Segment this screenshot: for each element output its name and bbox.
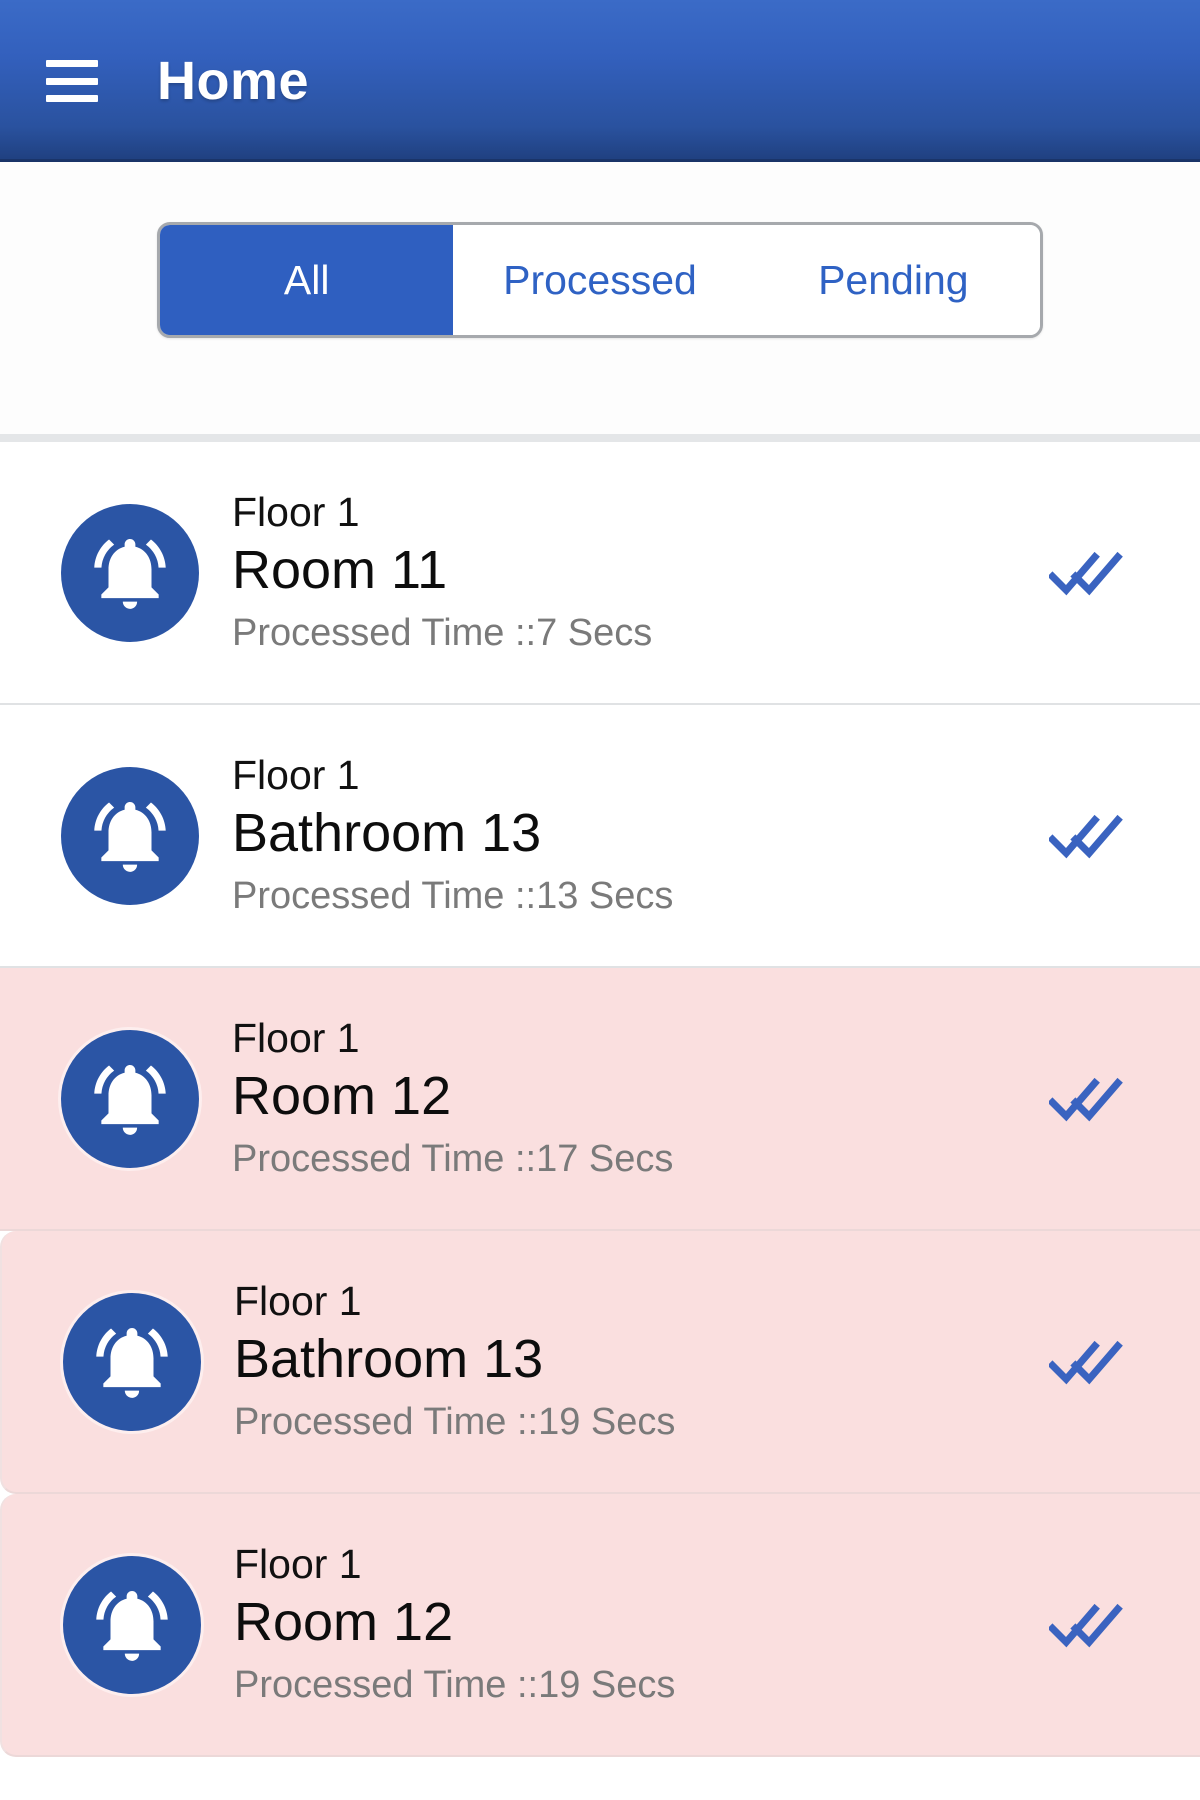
double-check-icon — [1028, 545, 1148, 601]
list-item[interactable]: Floor 1 Bathroom 13 Processed Time ::13 … — [0, 705, 1200, 968]
double-check-icon — [1028, 1597, 1148, 1653]
alarm-bell-icon — [62, 1555, 202, 1695]
alarm-bell-icon — [60, 766, 200, 906]
filter-segmented-control[interactable]: All Processed Pending — [157, 222, 1043, 338]
icon-badge — [61, 503, 199, 642]
list-item-room: Bathroom 13 — [232, 803, 542, 864]
list-item-floor: Floor 1 — [232, 752, 360, 799]
list-item-texts: Floor 1 Bathroom 13 Processed Time ::13 … — [232, 751, 1028, 920]
list-item-time: Processed Time ::17 Secs — [232, 1138, 674, 1181]
notification-list[interactable]: Floor 1 Room 11 Processed Time ::7 Secs — [0, 442, 1200, 1800]
alarm-bell-icon — [60, 1029, 200, 1169]
list-item-texts: Floor 1 Bathroom 13 Processed Time ::19 … — [234, 1277, 1028, 1446]
app-root: Home All Processed Pending Floor 1 Room … — [0, 0, 1200, 1800]
list-item-time: Processed Time ::7 Secs — [232, 612, 653, 655]
list-item-floor: Floor 1 — [232, 489, 360, 536]
app-bar: Home — [0, 0, 1200, 162]
list-item-texts: Floor 1 Room 12 Processed Time ::19 Secs — [234, 1540, 1028, 1709]
icon-badge — [61, 766, 199, 905]
alarm-bell-icon — [62, 1292, 202, 1432]
list-item[interactable]: Floor 1 Room 12 Processed Time ::19 Secs — [0, 1494, 1200, 1757]
list-item-room: Room 12 — [234, 1592, 454, 1653]
filter-area: All Processed Pending — [0, 162, 1200, 442]
list-item-time: Processed Time ::13 Secs — [232, 875, 674, 918]
double-check-icon — [1028, 808, 1148, 864]
tab-processed[interactable]: Processed — [453, 225, 747, 335]
list-item-texts: Floor 1 Room 11 Processed Time ::7 Secs — [232, 488, 1028, 657]
page-title: Home — [157, 51, 310, 111]
tab-all[interactable]: All — [160, 225, 454, 335]
list-item-floor: Floor 1 — [234, 1541, 362, 1588]
hamburger-line — [46, 60, 98, 67]
list-item-room: Room 12 — [232, 1066, 452, 1127]
list-item-room: Bathroom 13 — [234, 1329, 544, 1390]
list-item-texts: Floor 1 Room 12 Processed Time ::17 Secs — [232, 1014, 1028, 1183]
list-item-floor: Floor 1 — [232, 1015, 360, 1062]
hamburger-line — [46, 77, 98, 85]
list-item-floor: Floor 1 — [234, 1278, 362, 1325]
list-item-time: Processed Time ::19 Secs — [234, 1664, 676, 1707]
list-item[interactable]: Floor 1 Room 12 Processed Time ::17 Secs — [0, 968, 1200, 1231]
list-item[interactable]: Floor 1 Room 11 Processed Time ::7 Secs — [0, 442, 1200, 705]
hamburger-line — [46, 95, 98, 102]
icon-badge — [61, 1029, 199, 1168]
tab-pending[interactable]: Pending — [746, 225, 1040, 335]
list-item-time: Processed Time ::19 Secs — [234, 1401, 676, 1444]
hamburger-menu-icon[interactable] — [46, 60, 98, 102]
double-check-icon — [1028, 1334, 1148, 1390]
icon-badge — [63, 1292, 201, 1431]
alarm-bell-icon — [60, 503, 200, 643]
list-item-room: Room 11 — [232, 540, 448, 601]
double-check-icon — [1028, 1071, 1148, 1127]
icon-badge — [63, 1555, 201, 1694]
list-item[interactable]: Floor 1 Bathroom 13 Processed Time ::19 … — [0, 1231, 1200, 1494]
